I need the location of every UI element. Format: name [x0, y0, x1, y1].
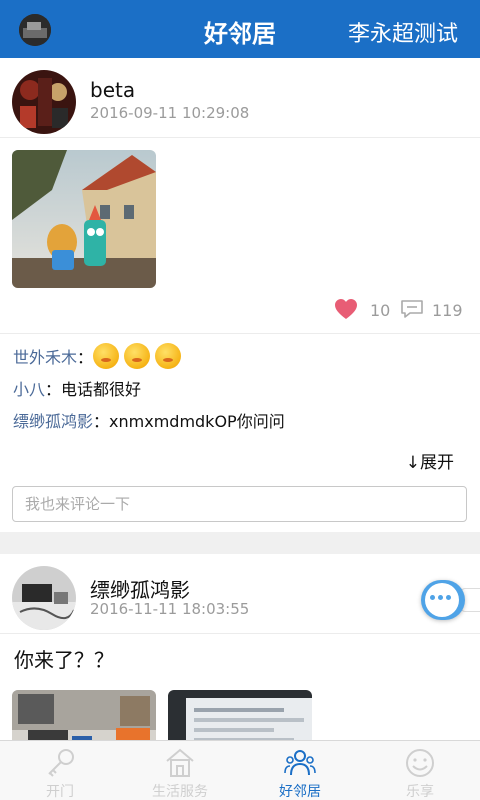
comment-separator: ：: [45, 380, 62, 399]
key-icon: [48, 749, 74, 777]
smile-icon: [406, 749, 434, 777]
expand-comments-button[interactable]: ↓展开: [0, 436, 480, 476]
feed-list[interactable]: beta 2016-09-11 10:29:08 10 119 世外禾木 ： 小…: [0, 58, 480, 740]
bottom-tab-bar: 开门 生活服务 好邻居 乐享: [0, 740, 480, 800]
ellipsis-icon: [430, 595, 451, 600]
emoji-icon: [155, 343, 182, 369]
tab-label: 好邻居: [279, 784, 321, 800]
comment-text: xnmxmdmdkOP你问问: [109, 412, 285, 431]
post-timestamp: 2016-09-11 10:29:08: [90, 104, 250, 122]
tab-enjoy[interactable]: 乐享: [360, 741, 480, 800]
post-header: 缥缈孤鸿影 2016-11-11 18:03:55: [0, 554, 480, 634]
post-stats-bar: 10 119: [0, 288, 480, 334]
community-switch-link[interactable]: 李永超测试: [348, 16, 458, 48]
neighbors-icon: [284, 750, 316, 776]
post-photo[interactable]: [168, 690, 312, 740]
comment-item[interactable]: 世外禾木 ：: [13, 340, 467, 372]
house-icon: [166, 748, 194, 777]
comment-author[interactable]: 世外禾木: [13, 344, 77, 368]
post-author-name[interactable]: 缥缈孤鸿影: [90, 574, 190, 603]
comment-item[interactable]: 缥缈孤鸿影 ： xnmxmdmdkOP你问问: [13, 404, 467, 436]
tab-open-door[interactable]: 开门: [0, 741, 120, 800]
post-card: 缥缈孤鸿影 2016-11-11 18:03:55 你来了？？: [0, 554, 480, 740]
tab-life-services[interactable]: 生活服务: [120, 741, 240, 800]
comment-list: 世外禾木 ： 小八 ： 电话都很好 缥缈孤鸿影 ： xnmxmdmdkOP你问问: [0, 334, 480, 436]
post-photo[interactable]: [12, 690, 156, 740]
like-heart-icon[interactable]: [334, 298, 358, 324]
floating-chat-button[interactable]: [421, 580, 465, 620]
app-root: 好邻居 李永超测试 beta 2016-09-11 10:29:08 10 11…: [0, 0, 480, 800]
emoji-icon: [93, 343, 120, 369]
comment-text: 电话都很好: [61, 380, 142, 399]
like-count: 10: [370, 301, 391, 320]
comment-separator: ：: [77, 348, 94, 367]
comment-item[interactable]: 小八 ： 电话都很好: [13, 372, 467, 404]
top-nav-bar: 好邻居 李永超测试: [0, 0, 480, 58]
comment-bubble-icon[interactable]: [400, 299, 424, 323]
comment-author[interactable]: 缥缈孤鸿影: [13, 408, 93, 432]
my-avatar[interactable]: [19, 14, 51, 46]
comment-separator: ：: [93, 412, 110, 431]
post-photo[interactable]: [12, 150, 156, 288]
tab-good-neighbors[interactable]: 好邻居: [240, 741, 360, 800]
post-author-avatar[interactable]: [12, 566, 76, 630]
post-author-avatar[interactable]: [12, 70, 76, 134]
tab-label: 生活服务: [152, 784, 208, 800]
tab-label: 开门: [46, 784, 74, 800]
chat-bubble-icon: [425, 583, 459, 617]
tab-label: 乐享: [406, 784, 434, 800]
post-author-name[interactable]: beta: [90, 78, 135, 102]
emoji-icon: [124, 343, 151, 369]
post-header: beta 2016-09-11 10:29:08: [0, 58, 480, 138]
comment-input[interactable]: [12, 486, 467, 522]
post-card: beta 2016-09-11 10:29:08 10 119 世外禾木 ： 小…: [0, 58, 480, 532]
comment-count: 119: [432, 301, 463, 320]
comment-author[interactable]: 小八: [13, 376, 45, 400]
post-text: 你来了？？: [14, 648, 114, 672]
post-image-row: [0, 678, 480, 740]
comment-input-row: [0, 476, 480, 532]
post-timestamp: 2016-11-11 18:03:55: [90, 600, 250, 618]
post-image-row: [0, 138, 480, 288]
